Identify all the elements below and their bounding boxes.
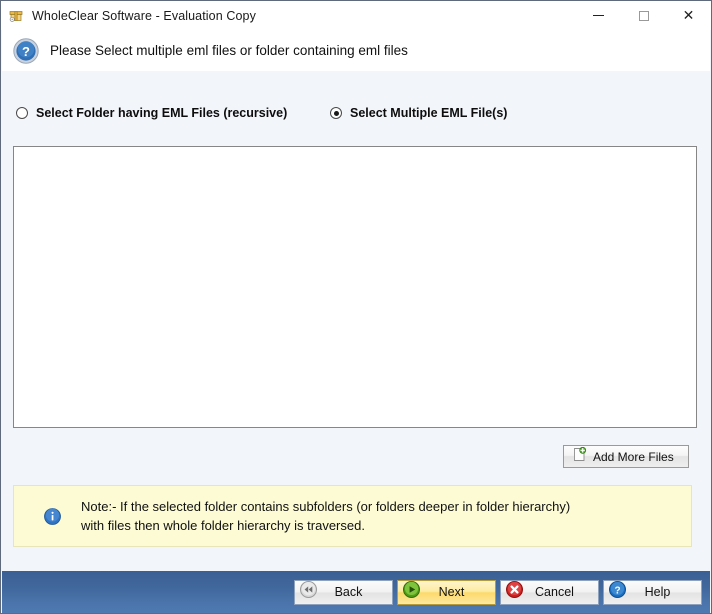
application-window: WholeClear Software - Evaluation Copy ✕ … bbox=[0, 0, 712, 614]
play-icon bbox=[403, 581, 420, 603]
svg-text:?: ? bbox=[22, 44, 30, 59]
instruction-text: Please Select multiple eml files or fold… bbox=[50, 43, 408, 58]
note-banner: Note:- If the selected folder contains s… bbox=[13, 485, 692, 547]
window-title: WholeClear Software - Evaluation Copy bbox=[32, 8, 256, 23]
file-list-box[interactable] bbox=[13, 146, 697, 428]
back-button-label: Back bbox=[334, 585, 363, 599]
radio-folder-indicator[interactable] bbox=[16, 107, 28, 119]
next-button-label: Next bbox=[438, 585, 465, 599]
add-more-files-button[interactable]: Add More Files bbox=[563, 445, 689, 468]
info-icon bbox=[44, 508, 61, 530]
file-add-icon bbox=[572, 446, 587, 467]
close-button[interactable]: ✕ bbox=[666, 1, 711, 30]
radio-files-label: Select Multiple EML File(s) bbox=[350, 106, 508, 120]
maximize-button[interactable] bbox=[621, 1, 666, 30]
maximize-icon bbox=[638, 10, 649, 21]
rewind-icon bbox=[300, 581, 317, 603]
svg-text:?: ? bbox=[614, 585, 620, 596]
minimize-icon bbox=[593, 15, 604, 16]
minimize-button[interactable] bbox=[576, 1, 621, 30]
help-button-label: Help bbox=[644, 585, 671, 599]
question-help-icon: ? bbox=[13, 37, 39, 64]
source-selection-group: Select Folder having EML Files (recursiv… bbox=[2, 95, 710, 135]
question-icon: ? bbox=[609, 581, 626, 603]
radio-files-indicator[interactable] bbox=[330, 107, 342, 119]
add-more-files-label: Add More Files bbox=[593, 449, 674, 464]
back-button[interactable]: Back bbox=[294, 579, 393, 605]
cancel-button-label: Cancel bbox=[535, 585, 574, 599]
close-icon: ✕ bbox=[682, 7, 695, 24]
help-button[interactable]: ? Help bbox=[603, 579, 702, 605]
next-button[interactable]: Next bbox=[397, 579, 496, 605]
cancel-button[interactable]: Cancel bbox=[500, 579, 599, 605]
radio-select-folder[interactable]: Select Folder having EML Files (recursiv… bbox=[16, 103, 287, 123]
window-controls: ✕ bbox=[576, 1, 711, 30]
package-icon bbox=[8, 8, 24, 24]
radio-folder-label: Select Folder having EML Files (recursiv… bbox=[36, 106, 288, 120]
note-text: Note:- If the selected folder contains s… bbox=[81, 499, 571, 533]
error-x-icon bbox=[506, 581, 523, 603]
radio-select-files[interactable]: Select Multiple EML File(s) bbox=[330, 103, 507, 123]
instruction-header: ? Please Select multiple eml files or fo… bbox=[2, 30, 710, 71]
main-content: Select Folder having EML Files (recursiv… bbox=[2, 71, 710, 573]
footer-bar: Back Next Cancel ? Help bbox=[2, 571, 710, 613]
title-bar: WholeClear Software - Evaluation Copy ✕ bbox=[1, 1, 711, 30]
